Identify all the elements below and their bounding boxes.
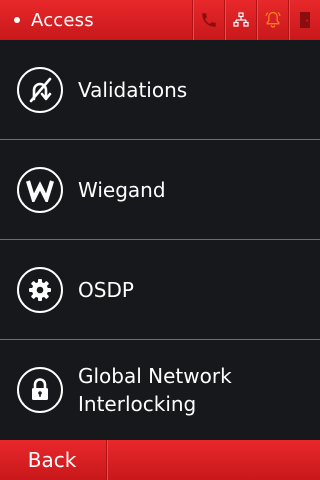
menu-item-validations[interactable]: Validations [0, 40, 320, 140]
header-title-area: Access [0, 0, 192, 40]
menu-item-osdp[interactable]: OSDP [0, 240, 320, 340]
door-status[interactable] [288, 0, 320, 40]
network-status[interactable] [224, 0, 256, 40]
menu-item-wiegand[interactable]: Wiegand [0, 140, 320, 240]
footer-empty-area [107, 440, 320, 480]
alarm-bell-icon [264, 11, 281, 28]
phone-icon [201, 13, 216, 27]
network-icon [232, 12, 249, 27]
wiegand-w-icon [17, 166, 63, 213]
menu-item-label: Validations [78, 77, 188, 102]
validation-icon [17, 66, 63, 113]
menu-item-label: Wiegand [78, 177, 166, 202]
menu-item-global-network-interlocking[interactable]: Global Network Interlocking [0, 340, 320, 440]
footer-bar: Back [0, 440, 320, 480]
door-icon [299, 12, 310, 28]
page-title: Access [31, 9, 94, 31]
access-screen: Access Validations Wiegand OSDP Global N… [0, 0, 320, 480]
menu-item-label: Global Network Interlocking [78, 364, 232, 416]
menu-item-label: OSDP [78, 277, 134, 302]
lock-icon [17, 367, 63, 413]
header-bar: Access [0, 0, 320, 40]
back-button[interactable]: Back [0, 440, 107, 480]
alarm-status[interactable] [256, 0, 288, 40]
bullet-dot [14, 17, 20, 23]
back-button-label: Back [27, 448, 77, 472]
phone-status[interactable] [192, 0, 224, 40]
access-menu: Validations Wiegand OSDP Global Network … [0, 40, 320, 440]
gear-icon [17, 266, 63, 313]
